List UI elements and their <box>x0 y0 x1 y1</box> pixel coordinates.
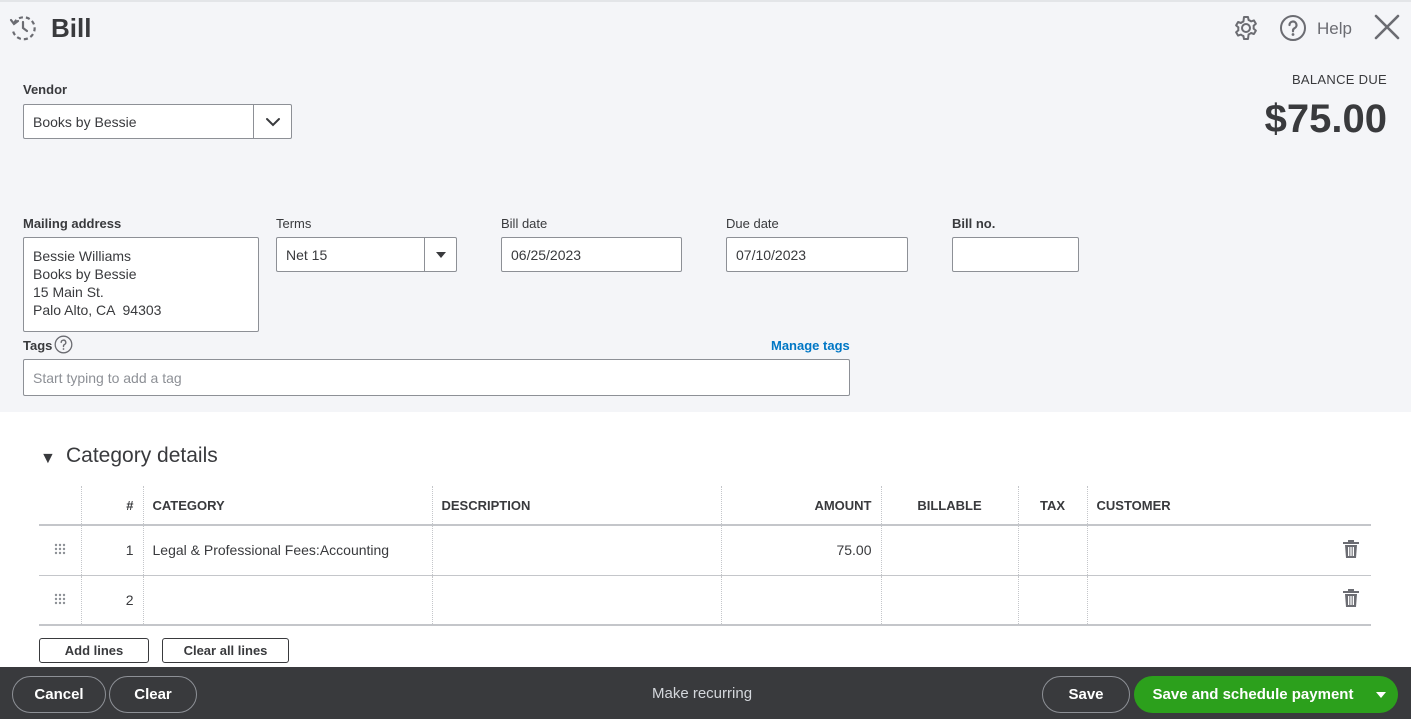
terms-dropdown-button[interactable] <box>424 238 456 271</box>
primary-button-label: Save and schedule payment <box>1152 686 1354 703</box>
gear-icon[interactable] <box>1232 14 1260 42</box>
terms-label: Terms <box>276 216 312 231</box>
table-row[interactable]: 2 <box>39 575 1371 626</box>
line-amount[interactable] <box>720 575 881 626</box>
column-header-customer: CUSTOMER <box>1086 486 1330 526</box>
caret-down-icon <box>1376 691 1386 698</box>
column-header-category: CATEGORY <box>142 486 432 526</box>
column-header-tax: TAX <box>1017 486 1087 526</box>
drag-handle-icon[interactable] <box>54 593 66 605</box>
vendor-dropdown-button[interactable] <box>253 105 291 138</box>
column-header-description: DESCRIPTION <box>431 486 721 526</box>
close-icon[interactable] <box>1373 13 1401 41</box>
table-header-row: # CATEGORY DESCRIPTION AMOUNT BILLABLE T… <box>39 486 1371 526</box>
tags-input[interactable] <box>23 359 850 396</box>
make-recurring-link[interactable]: Make recurring <box>652 685 752 702</box>
line-description[interactable] <box>431 575 721 626</box>
save-button[interactable]: Save <box>1042 676 1130 713</box>
manage-tags-link[interactable]: Manage tags <box>771 338 850 353</box>
vendor-label: Vendor <box>23 82 68 97</box>
address-line: 15 Main St. <box>33 284 104 300</box>
split-dropdown-button[interactable] <box>1364 676 1398 713</box>
column-header-amount: AMOUNT <box>720 486 881 526</box>
delete-column-header <box>1330 486 1371 526</box>
trash-icon[interactable] <box>1342 539 1359 558</box>
footer-bar: Cancel Clear Make recurring Save Save an… <box>0 667 1411 719</box>
line-number: 2 <box>80 575 143 626</box>
bill-no-label: Bill no. <box>952 216 996 231</box>
clear-all-lines-button[interactable]: Clear all lines <box>162 638 289 663</box>
column-header-number: # <box>80 486 143 526</box>
caret-down-icon <box>435 251 446 258</box>
bill-date-input[interactable] <box>501 237 682 272</box>
tags-label: Tags <box>23 338 53 353</box>
due-date-label: Due date <box>726 216 779 231</box>
address-line: Books by Bessie <box>33 266 137 282</box>
line-customer[interactable] <box>1086 525 1330 576</box>
category-details-title: Category details <box>66 444 218 467</box>
column-header-billable: BILLABLE <box>880 486 1018 526</box>
line-category[interactable]: Legal & Professional Fees:Accounting <box>142 525 432 576</box>
bill-no-input[interactable] <box>952 237 1079 272</box>
category-lines-table: # CATEGORY DESCRIPTION AMOUNT BILLABLE T… <box>39 486 1371 626</box>
balance-due-amount: $75.00 <box>1264 97 1387 141</box>
help-link[interactable]: Help <box>1317 19 1352 39</box>
drag-column-header <box>39 486 81 526</box>
bill-form-header-area <box>0 0 1411 412</box>
mailing-address-field[interactable]: Bessie Williams Books by Bessie 15 Main … <box>23 237 259 332</box>
chevron-down-icon <box>265 117 280 126</box>
table-row[interactable]: 1 Legal & Professional Fees:Accounting 7… <box>39 525 1371 576</box>
line-customer[interactable] <box>1086 575 1330 626</box>
balance-due-label: BALANCE DUE <box>1291 72 1387 87</box>
due-date-input[interactable] <box>726 237 908 272</box>
vendor-select[interactable]: Books by Bessie <box>23 104 292 139</box>
line-tax[interactable] <box>1017 575 1087 626</box>
help-circle-icon[interactable] <box>1279 14 1307 42</box>
line-number: 1 <box>80 525 143 576</box>
line-amount[interactable]: 75.00 <box>720 525 881 576</box>
terms-value: Net 15 <box>286 246 328 263</box>
address-line: Palo Alto, CA 94303 <box>33 302 162 318</box>
collapse-toggle-icon[interactable]: ▼ <box>40 450 56 468</box>
help-circle-icon[interactable] <box>54 335 73 354</box>
line-tax[interactable] <box>1017 525 1087 576</box>
line-category[interactable] <box>142 575 432 626</box>
clear-button[interactable]: Clear <box>109 676 197 713</box>
address-line: Bessie Williams <box>33 248 132 264</box>
history-clock-icon[interactable] <box>9 14 37 42</box>
save-and-schedule-payment-button[interactable]: Save and schedule payment <box>1134 676 1398 713</box>
drag-handle-icon[interactable] <box>54 543 66 555</box>
page-title: Bill <box>51 13 92 43</box>
terms-select[interactable]: Net 15 <box>276 237 457 272</box>
cancel-button[interactable]: Cancel <box>12 676 106 713</box>
line-billable[interactable] <box>880 525 1018 576</box>
trash-icon[interactable] <box>1342 589 1359 608</box>
mailing-address-label: Mailing address <box>23 216 122 231</box>
line-description[interactable] <box>431 525 721 576</box>
add-lines-button[interactable]: Add lines <box>39 638 149 663</box>
line-billable[interactable] <box>880 575 1018 626</box>
bill-date-label: Bill date <box>501 216 548 231</box>
vendor-value: Books by Bessie <box>33 113 137 130</box>
